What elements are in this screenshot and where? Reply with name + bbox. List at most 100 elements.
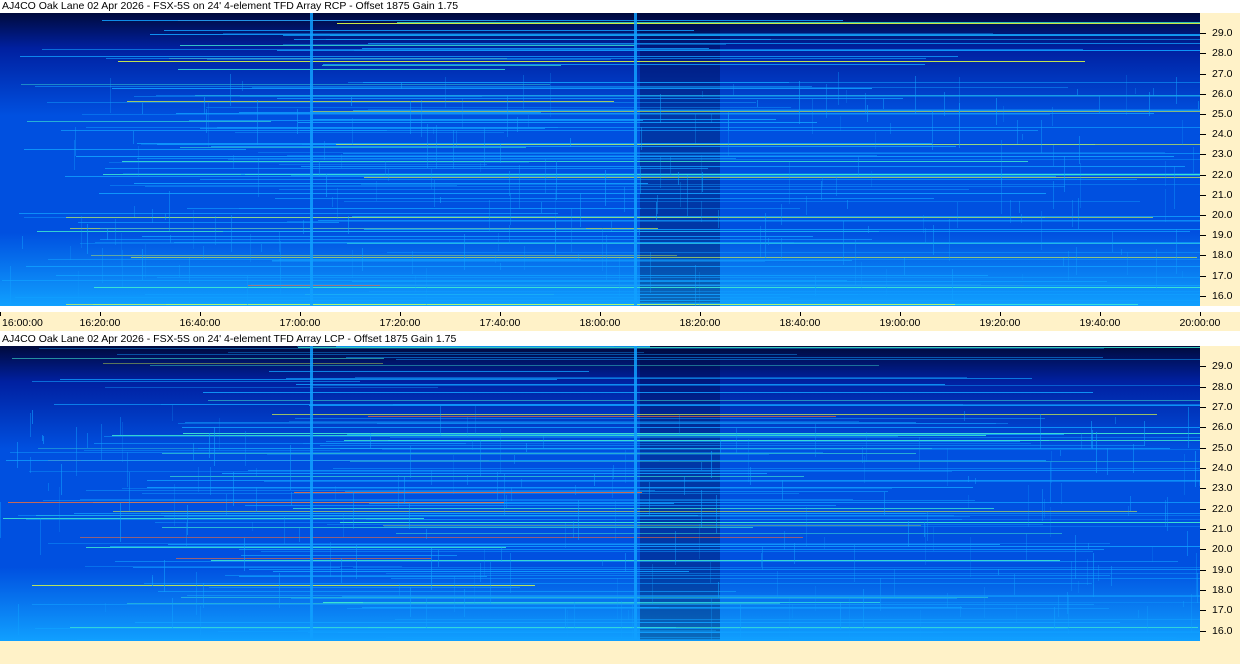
speckle — [362, 248, 363, 271]
speckle — [353, 492, 354, 529]
interference-line — [343, 153, 1200, 154]
interference-line — [346, 357, 1103, 358]
speckle — [565, 523, 566, 548]
speckle — [1052, 107, 1053, 126]
speckle — [578, 254, 579, 261]
x-tick-label: 18:00:00 — [579, 317, 621, 329]
interference-line — [310, 111, 1200, 112]
y-tick-label: 16.0 — [1212, 624, 1233, 637]
y-tick-mark — [1200, 235, 1206, 237]
speckle — [484, 549, 485, 576]
speckle — [81, 216, 82, 248]
speckle — [932, 111, 933, 150]
speckle — [1051, 451, 1052, 483]
speckle — [509, 225, 510, 244]
speckle — [575, 485, 576, 495]
interference-line — [42, 49, 1083, 50]
speckle — [1087, 559, 1088, 585]
speckle — [1014, 574, 1015, 595]
speckle — [718, 582, 719, 598]
speckle — [1115, 417, 1116, 424]
interference-line — [239, 112, 541, 113]
interference-line — [217, 127, 1200, 128]
speckle — [169, 191, 170, 231]
speckle — [875, 132, 876, 149]
interference-line — [333, 468, 1200, 469]
interference-line — [239, 576, 487, 577]
interference-line — [245, 505, 836, 506]
speckle — [284, 517, 285, 544]
y-tick-mark — [1200, 255, 1206, 257]
interference-line — [277, 50, 1200, 51]
interference-line — [223, 33, 993, 34]
speckle — [702, 172, 703, 192]
speckle — [1112, 231, 1113, 252]
speckle — [567, 610, 568, 641]
speckle — [1165, 189, 1166, 222]
speckle — [351, 97, 352, 106]
speckle — [326, 174, 327, 197]
y-tick-mark — [1200, 529, 1206, 531]
speckle — [1042, 489, 1043, 521]
interference-line — [286, 378, 1032, 379]
interference-line — [337, 23, 1200, 24]
speckle — [324, 141, 325, 160]
interference-line — [18, 515, 954, 516]
interference-line — [106, 58, 926, 59]
speckle — [765, 213, 766, 258]
speckle — [172, 598, 173, 629]
interference-line — [198, 448, 680, 449]
speckle — [840, 116, 841, 131]
speckle — [611, 221, 612, 231]
speckle — [815, 424, 816, 457]
speckle — [675, 531, 676, 565]
speckle — [456, 131, 457, 148]
interference-line — [80, 499, 853, 500]
speckle — [1091, 421, 1092, 448]
interference-line — [336, 144, 1200, 145]
speckle — [22, 236, 23, 249]
speckle — [701, 155, 702, 194]
interference-line — [170, 476, 804, 477]
speckle — [219, 418, 220, 450]
interference-line — [223, 231, 1190, 232]
x-tick-label: 19:20:00 — [979, 317, 1021, 329]
speckle — [1019, 201, 1020, 213]
interference-line — [142, 493, 799, 494]
speckle — [580, 193, 581, 227]
speckle — [30, 413, 31, 437]
speckle — [467, 475, 468, 485]
x-tick-mark — [400, 312, 401, 316]
speckle — [433, 127, 434, 134]
speckle — [720, 440, 721, 453]
interference-line — [283, 44, 726, 45]
speckle — [728, 112, 729, 156]
speckle — [970, 537, 971, 577]
speckle — [947, 593, 948, 608]
interference-line — [364, 177, 1200, 178]
speckle — [48, 483, 49, 491]
speckle — [1067, 592, 1068, 614]
speckle — [107, 229, 108, 240]
speckle — [984, 587, 985, 618]
speckle — [784, 531, 785, 550]
speckle — [256, 487, 257, 512]
speckle — [421, 100, 422, 137]
speckle — [252, 522, 253, 531]
interference-line — [327, 524, 1043, 525]
interference-line — [29, 471, 952, 472]
interference-line — [363, 602, 1200, 603]
interference-line — [78, 222, 339, 223]
speckle — [602, 560, 603, 566]
speckle — [142, 249, 143, 280]
speckle — [1054, 607, 1055, 630]
speckle — [1040, 414, 1041, 449]
speckle — [480, 563, 481, 582]
speckle — [711, 451, 712, 478]
interference-line — [115, 561, 1178, 562]
speckle — [1050, 507, 1051, 537]
speckle — [1195, 451, 1196, 487]
speckle — [526, 443, 527, 452]
interference-line — [386, 637, 1176, 638]
speckle — [624, 187, 625, 212]
